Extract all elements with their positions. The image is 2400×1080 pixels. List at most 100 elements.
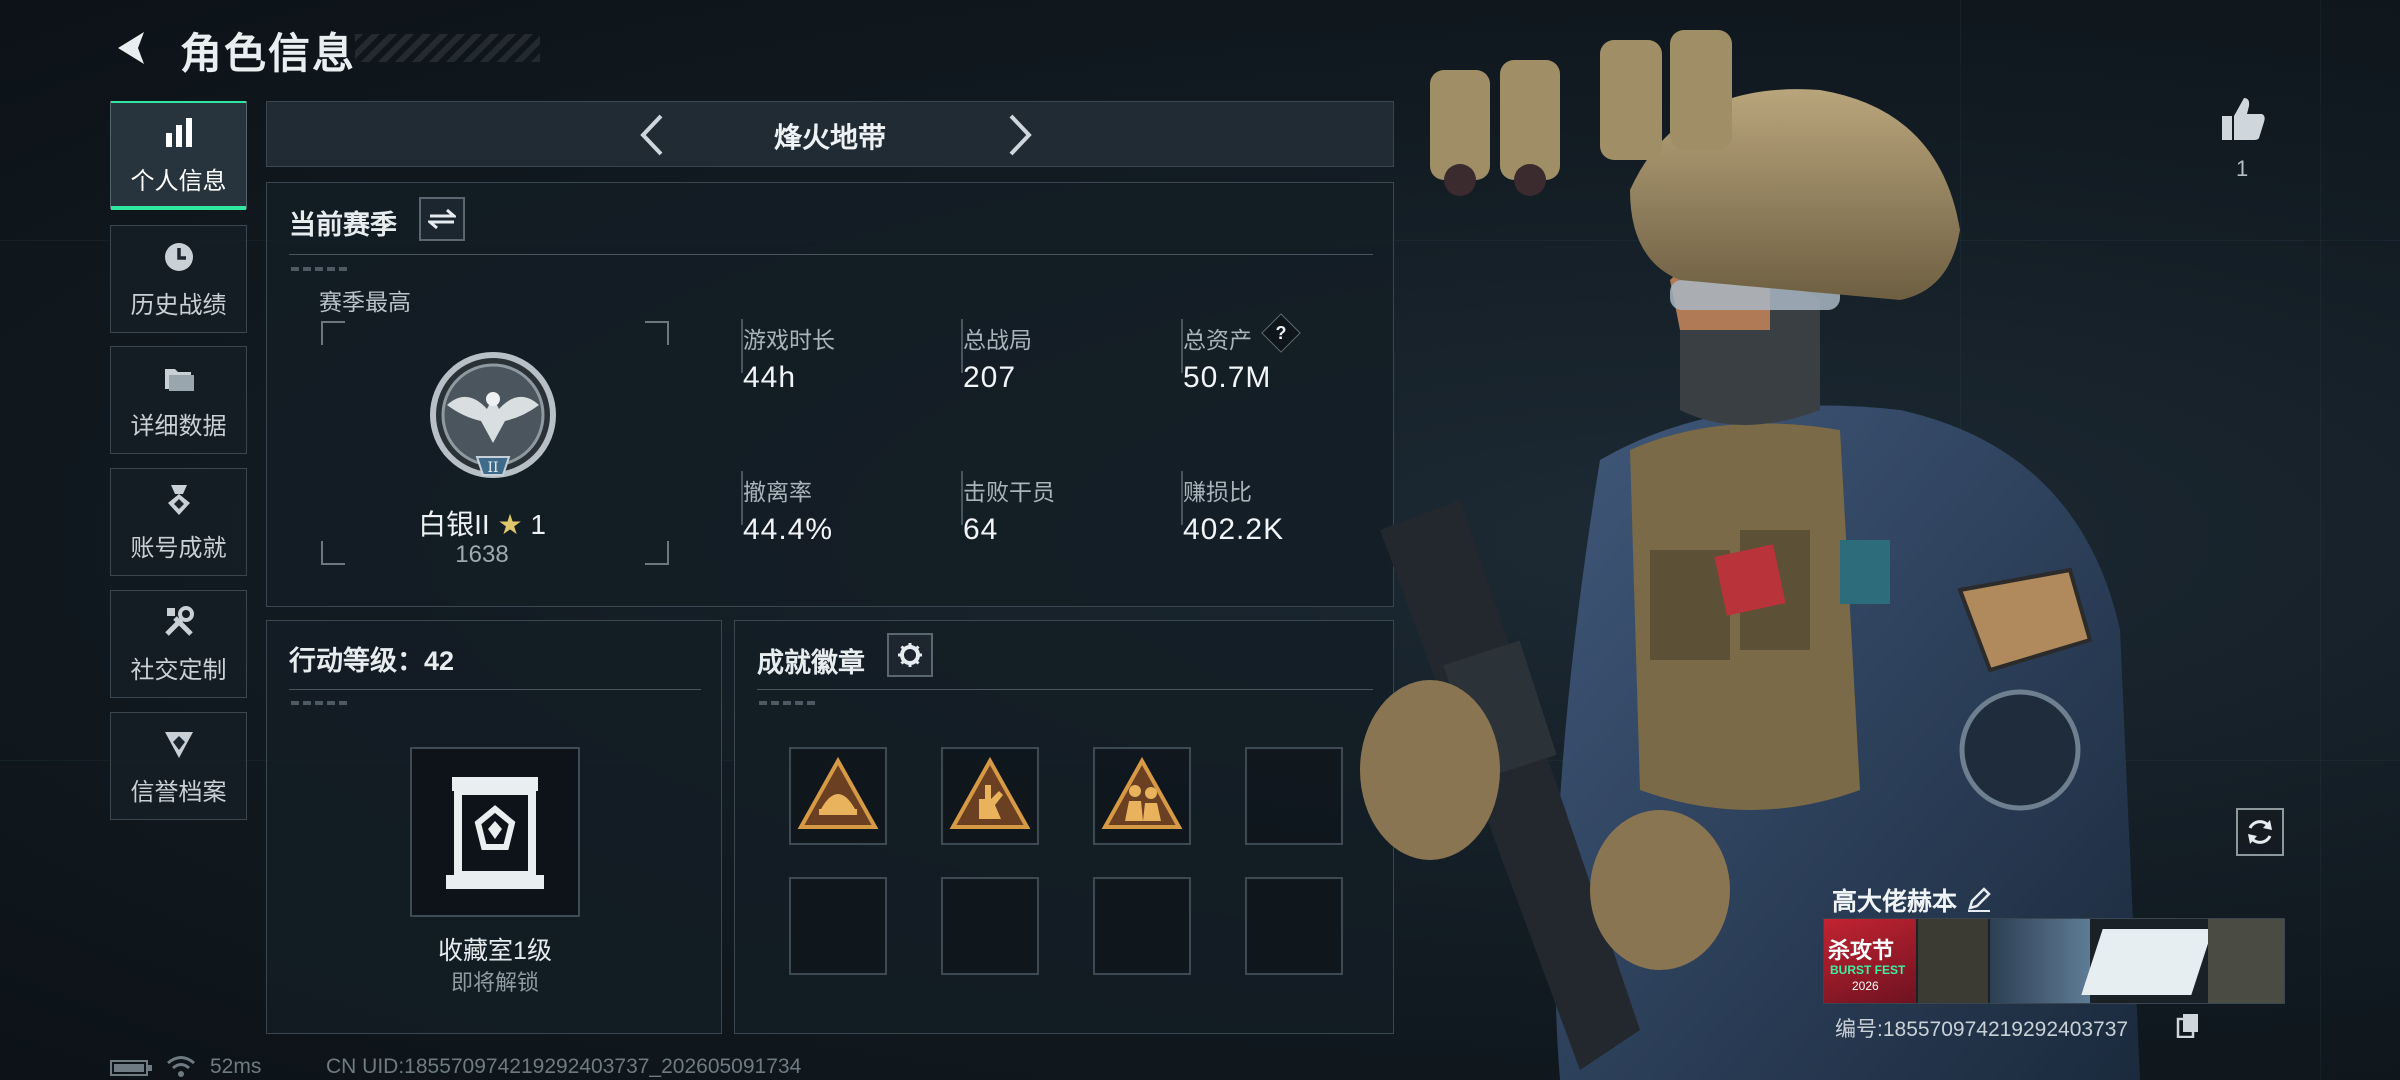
rank-line: 白银II ★ 1 bbox=[267, 503, 697, 543]
like-button[interactable] bbox=[2218, 94, 2268, 144]
bg-gridline bbox=[2320, 0, 2321, 1080]
rank-name: 白银II bbox=[418, 509, 490, 540]
title-decoration bbox=[355, 34, 540, 62]
divider bbox=[289, 254, 1373, 255]
frame-corner bbox=[645, 321, 669, 345]
pencil-icon bbox=[1968, 887, 1991, 912]
divider bbox=[289, 689, 701, 690]
achievement-badge-slot-empty[interactable] bbox=[1093, 877, 1191, 975]
stat-label: 总战局 bbox=[963, 327, 1032, 353]
nav-item-personal-info[interactable]: 个人信息 bbox=[110, 101, 247, 210]
mode-next-button[interactable] bbox=[993, 110, 1043, 160]
divider-decoration bbox=[759, 701, 819, 705]
rank-star-icon: ★ bbox=[497, 509, 523, 540]
achievement-badge-slot[interactable] bbox=[941, 747, 1039, 845]
stat-label: 赚损比 bbox=[1183, 479, 1252, 505]
stat-value: 44.4% bbox=[743, 513, 834, 546]
achievement-badge-slot[interactable] bbox=[1093, 747, 1191, 845]
nav-label: 账号成就 bbox=[130, 534, 227, 562]
nav-label: 信誉档案 bbox=[130, 778, 227, 806]
frame-corner bbox=[321, 321, 345, 345]
player-id-text: 编号:18557097421929240373​7 bbox=[1835, 1018, 2129, 1041]
nav-label: 个人信息 bbox=[130, 167, 227, 195]
nav-label: 社交定制 bbox=[130, 656, 227, 684]
refresh-icon bbox=[2248, 820, 2272, 844]
soldier-badge-icon bbox=[1101, 756, 1183, 829]
ping-text: 52ms bbox=[210, 1055, 262, 1078]
edit-name-button[interactable] bbox=[1966, 886, 1992, 912]
medal-icon bbox=[167, 484, 190, 515]
chevron-right-icon bbox=[1009, 114, 1032, 156]
event-logo-subtitle: BURST FEST bbox=[1830, 963, 1906, 977]
thumbs-up-icon bbox=[2222, 98, 2265, 140]
action-level-panel: 行动等级：42 收藏室1级 即将解锁 bbox=[266, 620, 722, 1034]
collection-room-icon bbox=[446, 777, 544, 889]
achievement-badge-slot[interactable] bbox=[789, 747, 887, 845]
nav-label: 历史战绩 bbox=[130, 291, 227, 319]
season-best-label: 赛季最高 bbox=[319, 289, 411, 315]
banner-art-panel bbox=[1918, 919, 1988, 1003]
rank-stars: 1 bbox=[530, 509, 546, 540]
divider bbox=[757, 689, 1373, 690]
nav-label: 详细数据 bbox=[130, 412, 227, 440]
rank-score: 1638 bbox=[455, 541, 509, 568]
back-arrow-icon bbox=[118, 32, 144, 64]
event-logo: 杀攻节 BURST FEST 2026 bbox=[1824, 919, 1916, 1003]
gear-icon bbox=[898, 643, 922, 667]
folder-icon bbox=[164, 368, 194, 391]
divider-decoration bbox=[291, 701, 351, 705]
shield-diamond-icon bbox=[164, 731, 193, 758]
page-title: 角色信息 bbox=[180, 30, 357, 77]
nav-item-match-history[interactable]: 历史战绩 bbox=[110, 225, 247, 333]
back-button[interactable] bbox=[110, 26, 154, 70]
total-assets-help-icon[interactable]: ? bbox=[1261, 313, 1301, 353]
stat-label: 总资产 bbox=[1183, 327, 1252, 353]
season-panel: 当前赛季 赛季最高 II 白银II ★ 1 1638 游戏时长 44h 总战局 … bbox=[266, 182, 1394, 607]
season-switch-button[interactable] bbox=[419, 197, 465, 241]
stat-value: 207 bbox=[963, 361, 1017, 394]
achievement-panel: 成就徽章 bbox=[734, 620, 1394, 1034]
tools-icon bbox=[164, 605, 194, 636]
battery-icon bbox=[110, 1060, 152, 1076]
copy-icon bbox=[2176, 1014, 2198, 1039]
nav-item-reputation[interactable]: 信誉档案 bbox=[110, 712, 247, 820]
achievement-badge-slot-empty[interactable] bbox=[941, 877, 1039, 975]
event-logo-title: 杀攻节 bbox=[1828, 938, 1895, 963]
nav-item-account-achievements[interactable]: 账号成就 bbox=[110, 468, 247, 576]
banner-art-panel bbox=[2208, 919, 2284, 1003]
help-glyph: ? bbox=[1275, 322, 1287, 343]
mode-title: 烽火地带 bbox=[773, 122, 886, 153]
mode-selector: 烽火地带 bbox=[266, 101, 1394, 167]
collection-room-status: 即将解锁 bbox=[450, 970, 539, 995]
stat-value: 44h bbox=[743, 361, 797, 394]
rotate-model-button[interactable] bbox=[2236, 808, 2284, 856]
swap-icon bbox=[428, 208, 456, 230]
divider-decoration bbox=[291, 267, 351, 271]
uid-text: CN UID:18557097421929240373​7_2026050917… bbox=[326, 1055, 802, 1078]
helmet-badge-icon bbox=[797, 756, 879, 829]
stat-value: 64 bbox=[963, 513, 999, 546]
nav-item-detailed-data[interactable]: 详细数据 bbox=[110, 346, 247, 454]
collection-room-tile[interactable] bbox=[410, 747, 580, 917]
wifi-icon bbox=[167, 1056, 195, 1077]
season-title: 当前赛季 bbox=[289, 210, 397, 240]
achievement-settings-button[interactable] bbox=[887, 633, 933, 677]
achievement-badge-slot-empty[interactable] bbox=[789, 877, 887, 975]
action-level-title: 行动等级：42 bbox=[289, 646, 455, 676]
banner-art-person bbox=[1990, 919, 2090, 1003]
nav-item-social-custom[interactable]: 社交定制 bbox=[110, 590, 247, 698]
collection-room-label: 收藏室1级 bbox=[438, 937, 552, 965]
clock-icon bbox=[164, 242, 193, 271]
banner-art-laptop bbox=[2081, 929, 2213, 995]
player-name: 高大佬赫本 bbox=[1832, 888, 1958, 916]
achievement-title: 成就徽章 bbox=[757, 648, 865, 678]
stat-value: 402.2K bbox=[1183, 513, 1285, 546]
stat-label: 撤离率 bbox=[743, 479, 812, 505]
stat-label: 击败干员 bbox=[963, 479, 1055, 505]
like-count: 1 bbox=[2236, 156, 2249, 181]
event-logo-year: 2026 bbox=[1852, 979, 1879, 993]
hand-sign-badge-icon bbox=[949, 756, 1031, 829]
name-card-banner[interactable]: 杀攻节 BURST FEST 2026 bbox=[1823, 918, 2285, 1004]
copy-id-button[interactable] bbox=[2176, 1012, 2200, 1039]
bar-chart-icon bbox=[165, 117, 192, 147]
